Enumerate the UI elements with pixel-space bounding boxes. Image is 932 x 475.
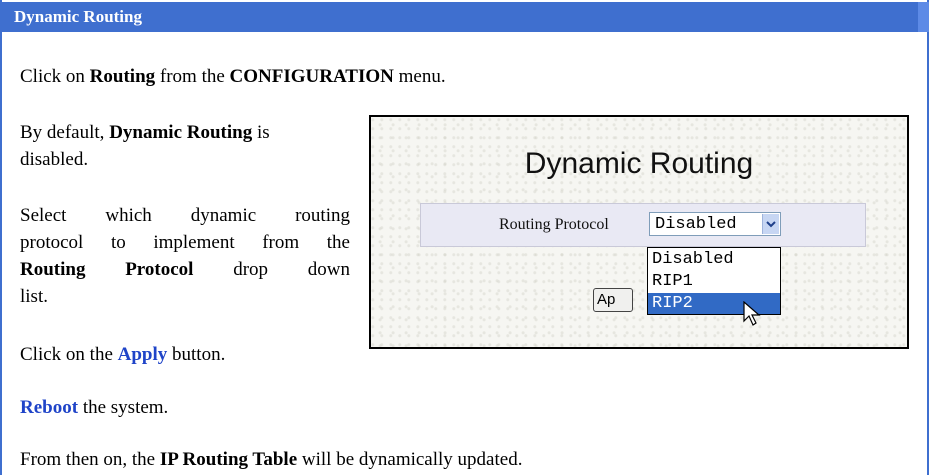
instruction-paragraph-2: By default, Dynamic Routing is disabled.	[20, 122, 270, 170]
instruction-paragraph-5: Reboot the system.	[20, 397, 169, 418]
routing-screenshot: Dynamic Routing Routing Protocol Disable…	[369, 115, 909, 349]
chevron-down-icon[interactable]	[762, 214, 779, 234]
instruction-paragraph-4: Click on the Apply button.	[20, 344, 226, 365]
instruction-paragraph-6: From then on, the IP Routing Table will …	[20, 449, 523, 470]
option-rip1[interactable]: RIP1	[648, 271, 780, 292]
section-header: Dynamic Routing	[0, 2, 918, 32]
apply-link[interactable]: Apply	[118, 344, 168, 365]
routing-protocol-panel: Routing Protocol Disabled	[420, 203, 866, 247]
routing-protocol-select[interactable]: Disabled	[649, 212, 781, 236]
routing-protocol-label: Routing Protocol	[499, 216, 609, 233]
instruction-paragraph-3: Select which dynamic routing protocol to…	[20, 205, 350, 307]
mouse-cursor-icon	[743, 301, 761, 326]
reboot-link[interactable]: Reboot	[20, 397, 78, 418]
instruction-paragraph-1: Click on Routing from the CONFIGURATION …	[20, 66, 446, 87]
routing-protocol-value: Disabled	[655, 215, 737, 234]
option-disabled[interactable]: Disabled	[648, 249, 780, 270]
section-title: Dynamic Routing	[14, 7, 142, 26]
header-accent	[918, 2, 929, 32]
apply-button[interactable]: Ap	[593, 288, 633, 312]
screenshot-title: Dynamic Routing	[524, 147, 754, 180]
